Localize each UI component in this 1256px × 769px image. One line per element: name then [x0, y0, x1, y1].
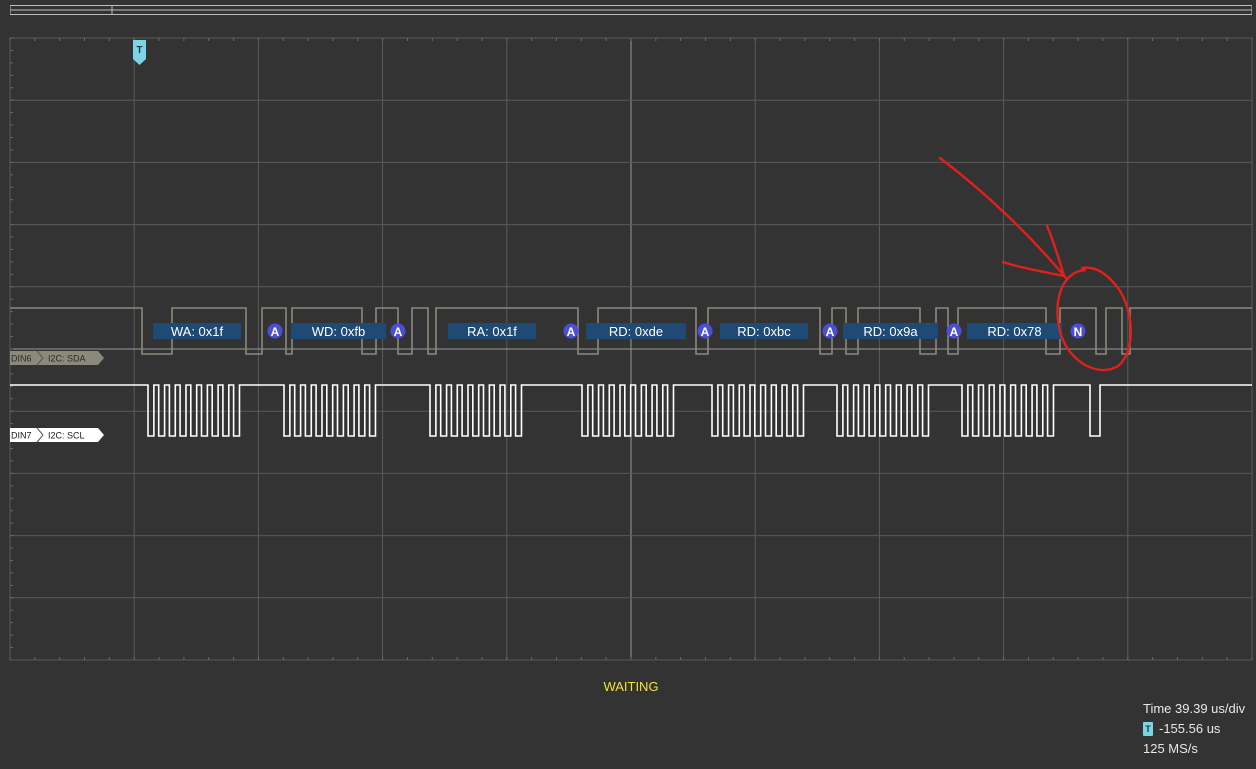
ack-marker-label: A	[271, 325, 280, 339]
decode-frame: RD: 0xde	[586, 323, 686, 339]
ack-marker: A	[267, 323, 283, 339]
channel-label-din6[interactable]: DIN6 I2C: SDA	[10, 350, 104, 366]
grid	[9, 37, 1253, 661]
decode-frame: RD: 0xbc	[720, 323, 808, 339]
ack-marker-label: A	[567, 325, 576, 339]
trigger-icon: T	[1143, 722, 1153, 736]
trigger-offset-readout: -155.56 us	[1159, 721, 1221, 736]
decode-frame-label: RD: 0xbc	[737, 324, 791, 339]
channel-labels: DIN6 I2C: SDA DIN7 I2C: SCL	[10, 350, 104, 443]
ack-marker: A	[697, 323, 713, 339]
decode-frame: RD: 0x9a	[843, 323, 938, 339]
trigger-marker[interactable]: T	[133, 40, 146, 65]
decode-frame-label: WA: 0x1f	[171, 324, 224, 339]
ack-marker: N	[1070, 323, 1086, 339]
ack-marker: A	[390, 323, 406, 339]
decode-frame: RD: 0x78	[967, 323, 1062, 339]
acquisition-readout: Time 39.39 us/div T -155.56 us 125 MS/s	[1143, 699, 1245, 759]
ack-marker-label: A	[701, 325, 710, 339]
decode-frame: WA: 0x1f	[153, 323, 241, 339]
scope-display[interactable]: WA: 0x1f A WD: 0xfb A RA: 0x1f A RD: 0xde A RD: …	[0, 0, 1256, 769]
scl-trace	[10, 384, 1252, 437]
decode-frame-label: RD: 0x78	[987, 324, 1041, 339]
ack-marker: A	[822, 323, 838, 339]
decode-frame-label: RA: 0x1f	[467, 324, 517, 339]
i2c-decode-row: WA: 0x1f A WD: 0xfb A RA: 0x1f A RD: 0xde A RD: …	[153, 323, 1086, 339]
acquisition-status: WAITING	[603, 679, 659, 694]
ack-marker-label: A	[950, 325, 959, 339]
sample-rate-readout: 125 MS/s	[1143, 741, 1198, 756]
decode-frame: WD: 0xfb	[291, 323, 386, 339]
ack-marker: A	[563, 323, 579, 339]
channel-id: DIN6	[11, 354, 32, 364]
channel-decoder: I2C: SCL	[48, 431, 85, 441]
trigger-marker-label: T	[136, 45, 142, 56]
channel-label-din7[interactable]: DIN7 I2C: SCL	[10, 427, 104, 443]
channel-decoder: I2C: SDA	[48, 354, 86, 364]
decode-frame-label: WD: 0xfb	[312, 324, 365, 339]
decode-frame-label: RD: 0xde	[609, 324, 663, 339]
timebase-readout: Time 39.39 us/div	[1143, 701, 1246, 716]
decode-frame-label: RD: 0x9a	[863, 324, 918, 339]
ack-marker-label: N	[1074, 325, 1083, 339]
ack-marker: A	[946, 323, 962, 339]
channel-id: DIN7	[11, 431, 32, 441]
ack-marker-label: A	[394, 325, 403, 339]
ack-marker-label: A	[826, 325, 835, 339]
decode-frame: RA: 0x1f	[448, 323, 536, 339]
